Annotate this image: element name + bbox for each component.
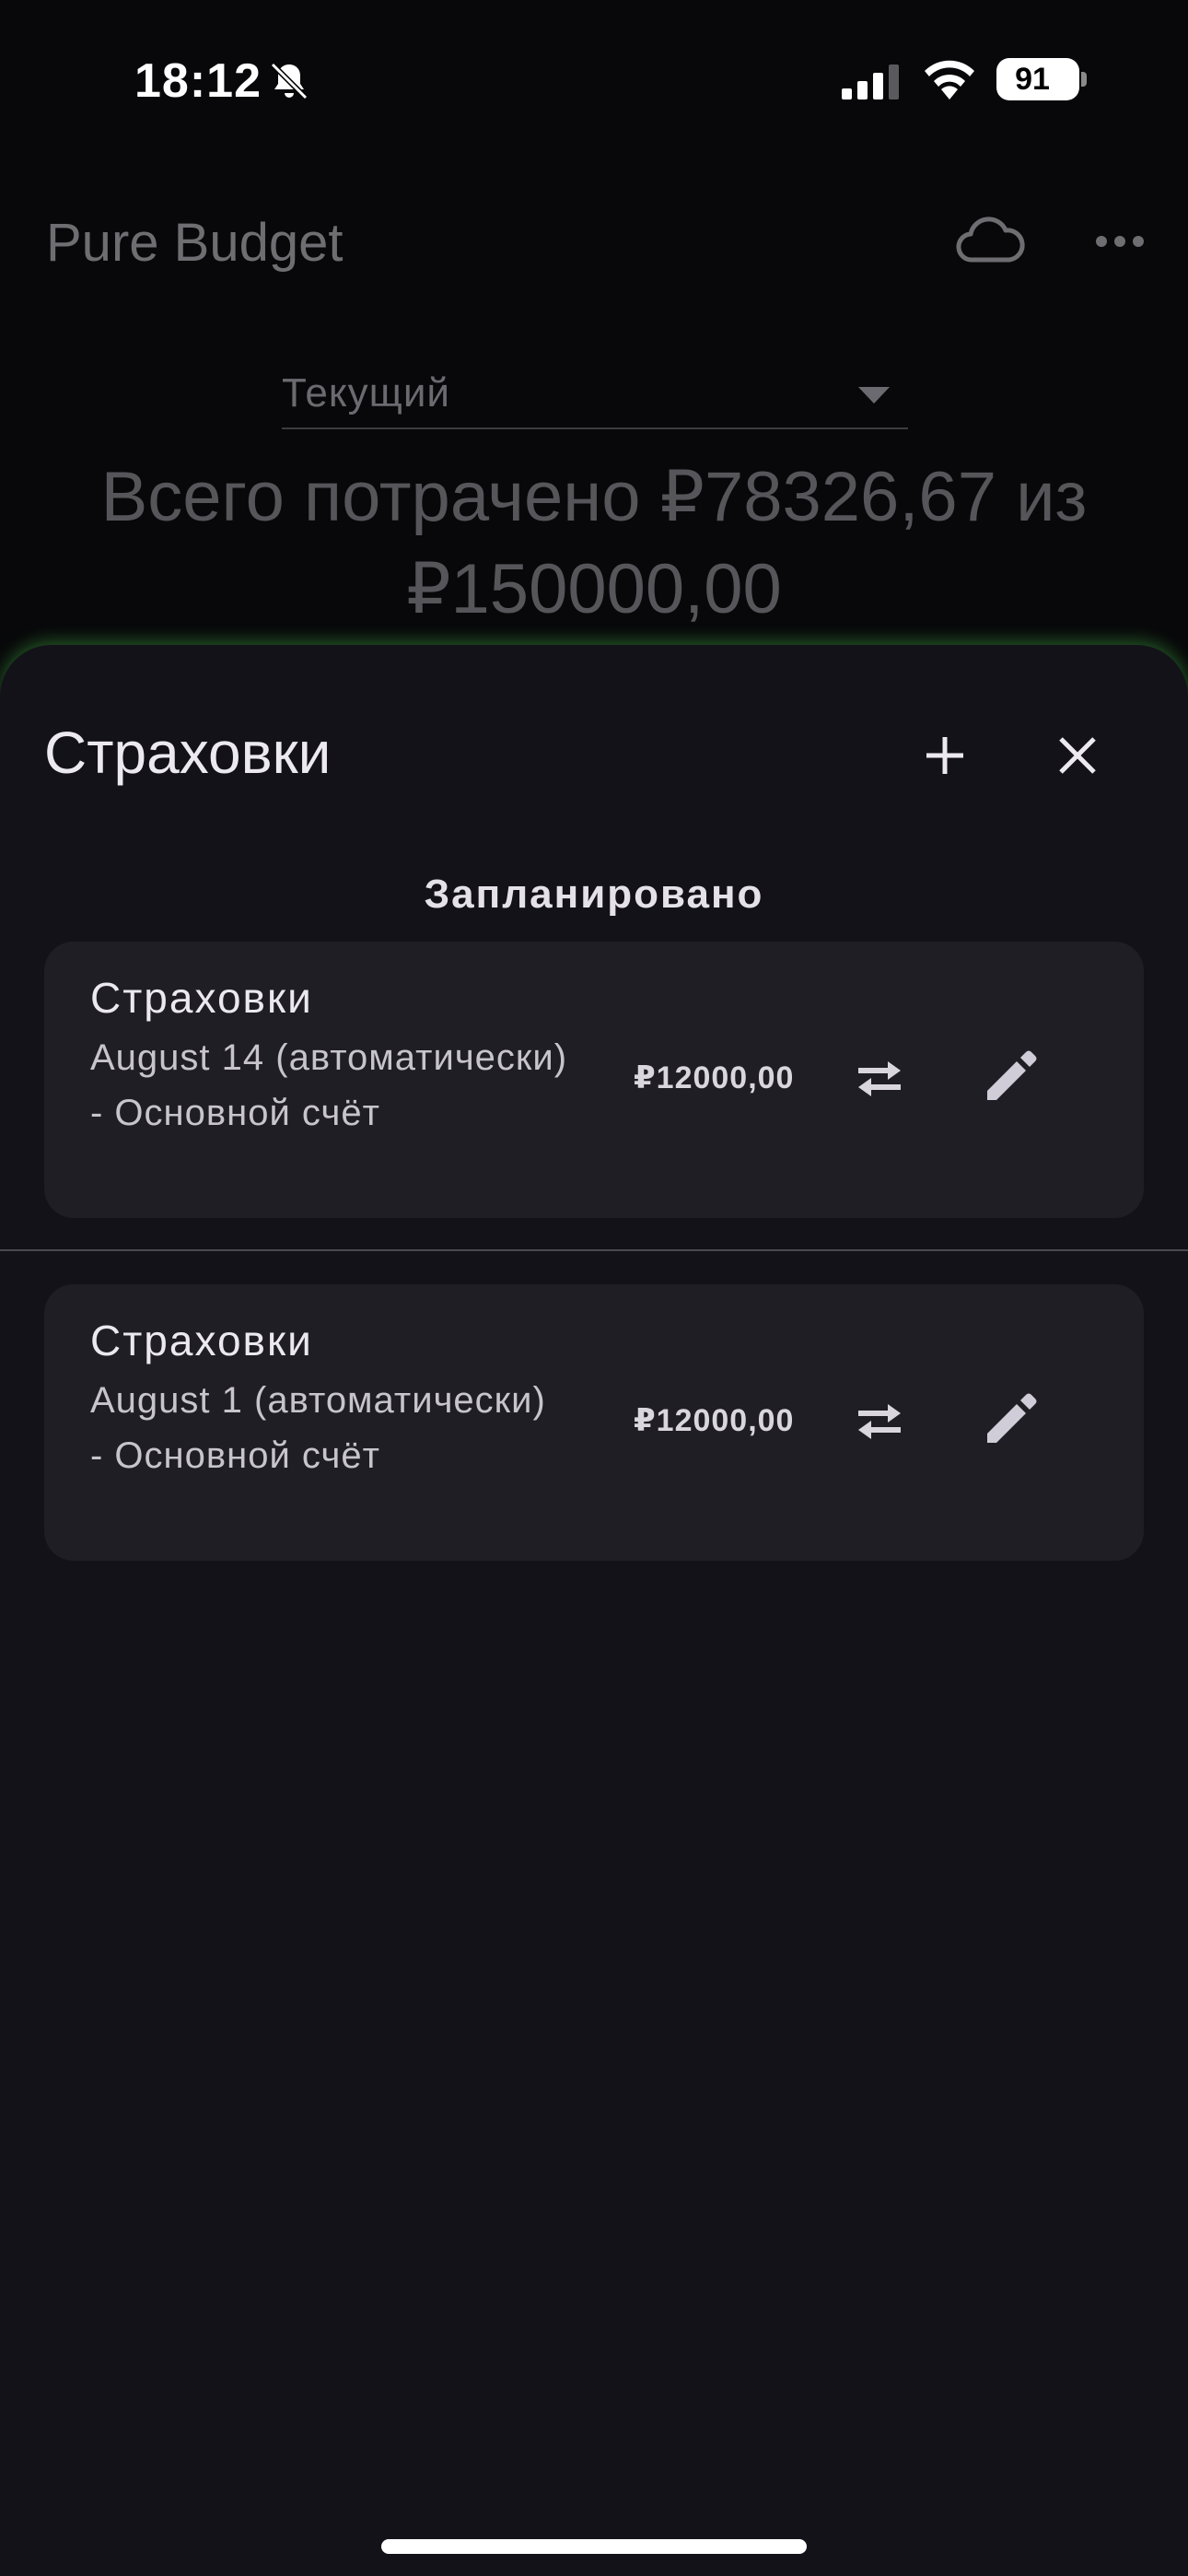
item-name: Страховки — [90, 974, 313, 1022]
battery-level: 91 — [1015, 62, 1050, 97]
more-icon[interactable] — [1094, 230, 1146, 252]
app-title: Pure Budget — [46, 213, 344, 273]
period-selected-value: Текущий — [282, 370, 450, 416]
divider — [0, 1249, 1188, 1251]
item-amount: ₽12000,00 — [634, 1060, 795, 1095]
scheduled-item[interactable]: Страховки August 1 (автоматически) - Осн… — [44, 1284, 1144, 1561]
cellular-signal-icon — [842, 64, 899, 100]
wifi-icon — [925, 60, 974, 100]
app-header: Pure Budget Текущий Всего потрачено ₽783… — [0, 157, 1188, 645]
item-name: Страховки — [90, 1317, 313, 1364]
battery-cap — [1081, 72, 1087, 87]
bottom-sheet: Страховки Запланировано Страховки August… — [0, 645, 1188, 2576]
swap-icon[interactable] — [851, 1050, 908, 1107]
status-time: 18:12 — [134, 54, 262, 108]
edit-icon[interactable] — [980, 1388, 1042, 1450]
scheduled-item[interactable]: Страховки August 14 (автоматически) - Ос… — [44, 942, 1144, 1218]
spent-summary: Всего потрачено ₽78326,67 из ₽150000,00 — [100, 458, 1088, 628]
close-icon[interactable] — [1050, 728, 1105, 783]
item-amount: ₽12000,00 — [634, 1403, 795, 1438]
edit-icon[interactable] — [980, 1045, 1042, 1107]
cloud-icon[interactable] — [954, 216, 1026, 267]
item-details: August 1 (автоматически) - Основной счёт — [90, 1380, 546, 1476]
home-indicator[interactable] — [381, 2539, 807, 2554]
dropdown-arrow-icon — [858, 387, 890, 404]
period-select[interactable]: Текущий — [282, 350, 908, 429]
item-details: August 14 (автоматически) - Основной счё… — [90, 1037, 568, 1133]
bell-slash-icon — [270, 62, 309, 100]
section-title: Запланировано — [424, 872, 764, 917]
swap-icon[interactable] — [851, 1393, 908, 1450]
sheet-title: Страховки — [44, 720, 332, 786]
status-bar: 18:12 91 — [0, 0, 1188, 157]
battery-icon: 91 — [996, 58, 1079, 100]
add-icon[interactable] — [917, 728, 973, 783]
